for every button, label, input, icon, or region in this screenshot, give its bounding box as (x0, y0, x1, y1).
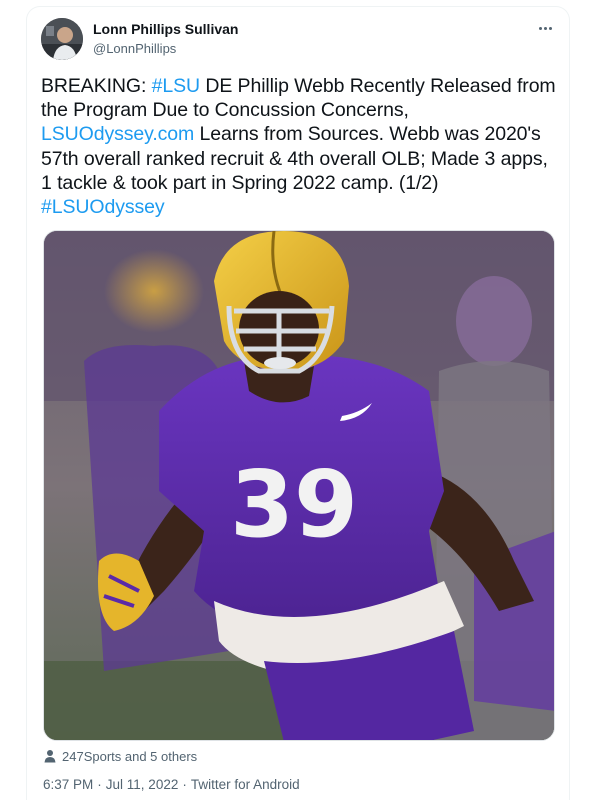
tweet-text: BREAKING: #LSU DE Phillip Webb Recently … (41, 74, 561, 219)
tweet-date[interactable]: Jul 11, 2022 (106, 777, 179, 792)
more-options-icon[interactable] (535, 20, 555, 36)
tweet-time[interactable]: 6:37 PM (43, 777, 93, 792)
tweet-meta: 6:37 PM · Jul 11, 2022 · Twitter for Android (43, 777, 300, 792)
tweet-source[interactable]: Twitter for Android (191, 777, 300, 792)
tweet-card[interactable]: Lonn Phillips Sullivan @LonnPhillips BRE… (26, 6, 570, 800)
meta-separator: · (182, 777, 187, 792)
tagged-users-label: 247Sports and 5 others (62, 748, 198, 764)
tweet-header: Lonn Phillips Sullivan @LonnPhillips (41, 18, 555, 62)
avatar[interactable] (41, 18, 83, 60)
author-handle[interactable]: @LonnPhillips (93, 41, 176, 56)
jersey-number: 39 (230, 451, 358, 558)
person-icon (44, 750, 56, 763)
hashtag-lsu-link[interactable]: #LSU (152, 75, 200, 97)
lsuodyssey-site-link[interactable]: LSUOdyssey.com (41, 123, 194, 145)
hashtag-lsuodyssey-link[interactable]: #LSUOdyssey (41, 196, 165, 218)
tweet-text-segment: BREAKING: (41, 75, 152, 97)
meta-separator: · (97, 777, 102, 792)
tweet-photo[interactable]: 39 (43, 230, 555, 741)
author-name[interactable]: Lonn Phillips Sullivan (93, 21, 238, 37)
tagged-users[interactable]: 247Sports and 5 others (43, 747, 197, 765)
